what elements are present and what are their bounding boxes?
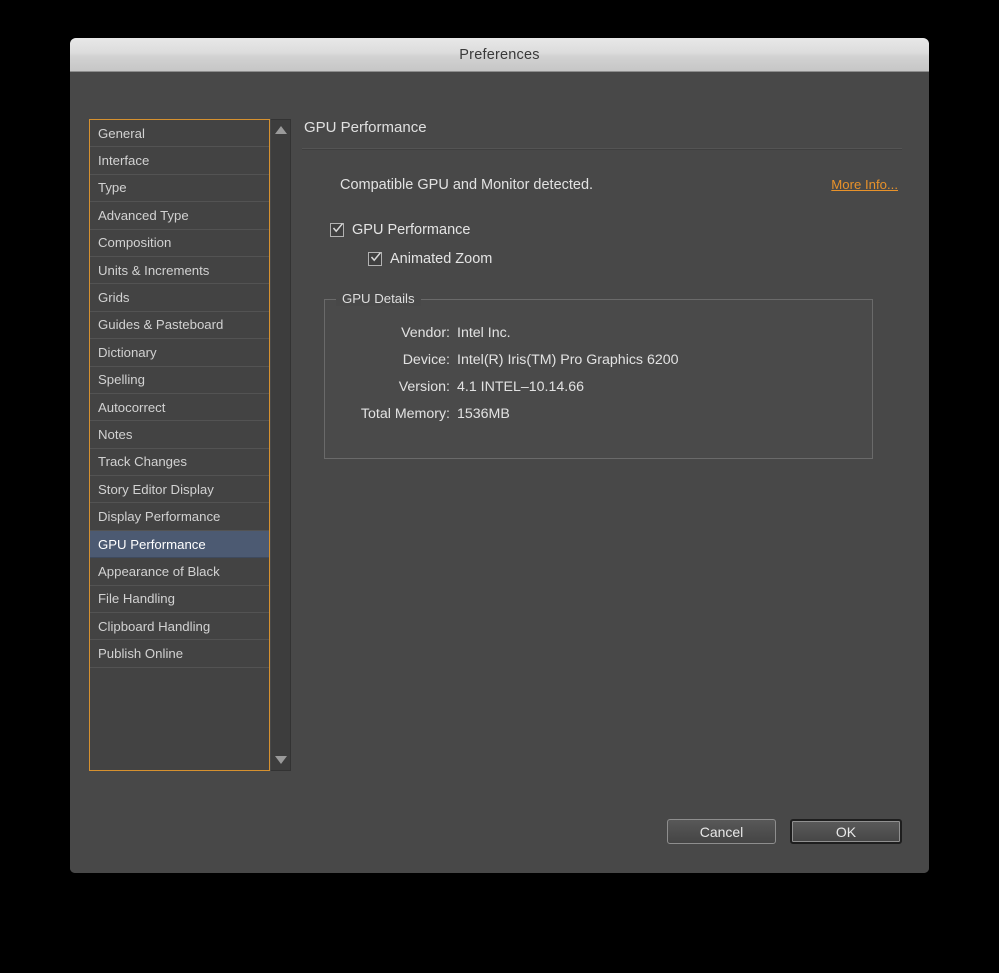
dialog-body: General Interface Type Advanced Type Composi… xyxy=(70,72,929,873)
gpu-performance-pane: GPU Performance Compatible GPU and Monit… xyxy=(302,119,902,873)
sidebar-item-label: Notes xyxy=(98,427,132,442)
sidebar-item-clipboard-handling[interactable]: Clipboard Handling xyxy=(90,613,269,640)
gpu-status-text: Compatible GPU and Monitor detected. xyxy=(340,177,831,193)
gpu-details-label: Total Memory: xyxy=(325,400,457,427)
sidebar-item-publish-online[interactable]: Publish Online xyxy=(90,640,269,667)
sidebar-item-label: Autocorrect xyxy=(98,400,165,415)
preferences-category-list[interactable]: General Interface Type Advanced Type Composi… xyxy=(89,119,270,771)
sidebar-item-advanced-type[interactable]: Advanced Type xyxy=(90,202,269,229)
window-title: Preferences xyxy=(459,47,539,63)
gpu-performance-checkbox[interactable] xyxy=(330,223,344,237)
sidebar-item-track-changes[interactable]: Track Changes xyxy=(90,449,269,476)
sidebar-item-label: Interface xyxy=(98,153,149,168)
sidebar-item-label: File Handling xyxy=(98,591,175,606)
checkmark-icon xyxy=(371,252,381,262)
sidebar-item-appearance-of-black[interactable]: Appearance of Black xyxy=(90,558,269,585)
gpu-details-group: GPU Details Vendor:Intel Inc.Device:Inte… xyxy=(324,299,873,459)
gpu-details-row: Version:4.1 INTEL–10.14.66 xyxy=(325,373,872,400)
sidebar-item-story-editor-display[interactable]: Story Editor Display xyxy=(90,476,269,503)
gpu-details-value: Intel(R) Iris(TM) Pro Graphics 6200 xyxy=(457,346,872,373)
sidebar-item-file-handling[interactable]: File Handling xyxy=(90,586,269,613)
dialog-button-bar: Cancel OK xyxy=(667,819,902,844)
sidebar-item-label: Dictionary xyxy=(98,345,157,360)
sidebar-item-label: Composition xyxy=(98,235,171,250)
sidebar-item-notes[interactable]: Notes xyxy=(90,421,269,448)
gpu-details-label: Vendor: xyxy=(325,319,457,346)
sidebar-item-label: Spelling xyxy=(98,372,145,387)
sidebar-item-display-performance[interactable]: Display Performance xyxy=(90,503,269,530)
cancel-button[interactable]: Cancel xyxy=(667,819,776,844)
sidebar-item-grids[interactable]: Grids xyxy=(90,284,269,311)
more-info-link[interactable]: More Info... xyxy=(831,177,898,192)
preferences-dialog: Preferences General Interface Type Advanced… xyxy=(70,38,929,873)
sidebar-item-label: Guides & Pasteboard xyxy=(98,317,223,332)
gpu-details-value: 4.1 INTEL–10.14.66 xyxy=(457,373,872,400)
gpu-details-value: 1536MB xyxy=(457,400,872,427)
sidebar-item-label: Display Performance xyxy=(98,509,220,524)
sidebar-item-label: Appearance of Black xyxy=(98,564,220,579)
animated-zoom-checkbox[interactable] xyxy=(368,252,382,266)
sidebar-item-spelling[interactable]: Spelling xyxy=(90,367,269,394)
sidebar-item-interface[interactable]: Interface xyxy=(90,147,269,174)
checkmark-icon xyxy=(333,223,343,233)
sidebar-item-label: Grids xyxy=(98,290,130,305)
animated-zoom-checkbox-label: Animated Zoom xyxy=(390,251,492,267)
title-bar: Preferences xyxy=(70,38,929,72)
sidebar-item-label: Track Changes xyxy=(98,454,187,469)
title-divider xyxy=(302,148,902,150)
gpu-details-row: Total Memory:1536MB xyxy=(325,400,872,427)
triangle-down-icon[interactable] xyxy=(275,756,287,764)
gpu-details-table: Vendor:Intel Inc.Device:Intel(R) Iris(TM… xyxy=(325,319,872,427)
sidebar-item-guides-pasteboard[interactable]: Guides & Pasteboard xyxy=(90,312,269,339)
preferences-category-panel: General Interface Type Advanced Type Composi… xyxy=(89,119,292,771)
category-list-scrollbar[interactable] xyxy=(271,119,291,771)
sidebar-item-label: Clipboard Handling xyxy=(98,619,210,634)
sidebar-item-composition[interactable]: Composition xyxy=(90,230,269,257)
gpu-performance-checkbox-label: GPU Performance xyxy=(352,222,470,238)
triangle-up-icon[interactable] xyxy=(275,126,287,134)
animated-zoom-checkbox-row[interactable]: Animated Zoom xyxy=(302,251,902,267)
page-title: GPU Performance xyxy=(302,119,902,136)
sidebar-item-label: Units & Increments xyxy=(98,263,209,278)
gpu-details-label: Version: xyxy=(325,373,457,400)
gpu-details-legend: GPU Details xyxy=(336,291,421,306)
sidebar-item-label: Publish Online xyxy=(98,646,183,661)
sidebar-item-general[interactable]: General xyxy=(90,120,269,147)
sidebar-item-autocorrect[interactable]: Autocorrect xyxy=(90,394,269,421)
gpu-performance-checkbox-row[interactable]: GPU Performance xyxy=(302,222,902,238)
sidebar-item-units-increments[interactable]: Units & Increments xyxy=(90,257,269,284)
ok-button[interactable]: OK xyxy=(790,819,902,844)
sidebar-item-label: Advanced Type xyxy=(98,208,189,223)
sidebar-item-gpu-performance[interactable]: GPU Performance xyxy=(90,531,269,558)
sidebar-item-label: General xyxy=(98,126,145,141)
gpu-details-value: Intel Inc. xyxy=(457,319,872,346)
gpu-details-row: Device:Intel(R) Iris(TM) Pro Graphics 62… xyxy=(325,346,872,373)
gpu-details-label: Device: xyxy=(325,346,457,373)
gpu-status-row: Compatible GPU and Monitor detected. Mor… xyxy=(302,177,902,193)
sidebar-item-label: GPU Performance xyxy=(98,537,206,552)
gpu-details-row: Vendor:Intel Inc. xyxy=(325,319,872,346)
sidebar-item-label: Type xyxy=(98,180,127,195)
sidebar-item-type[interactable]: Type xyxy=(90,175,269,202)
sidebar-item-dictionary[interactable]: Dictionary xyxy=(90,339,269,366)
sidebar-item-label: Story Editor Display xyxy=(98,482,214,497)
